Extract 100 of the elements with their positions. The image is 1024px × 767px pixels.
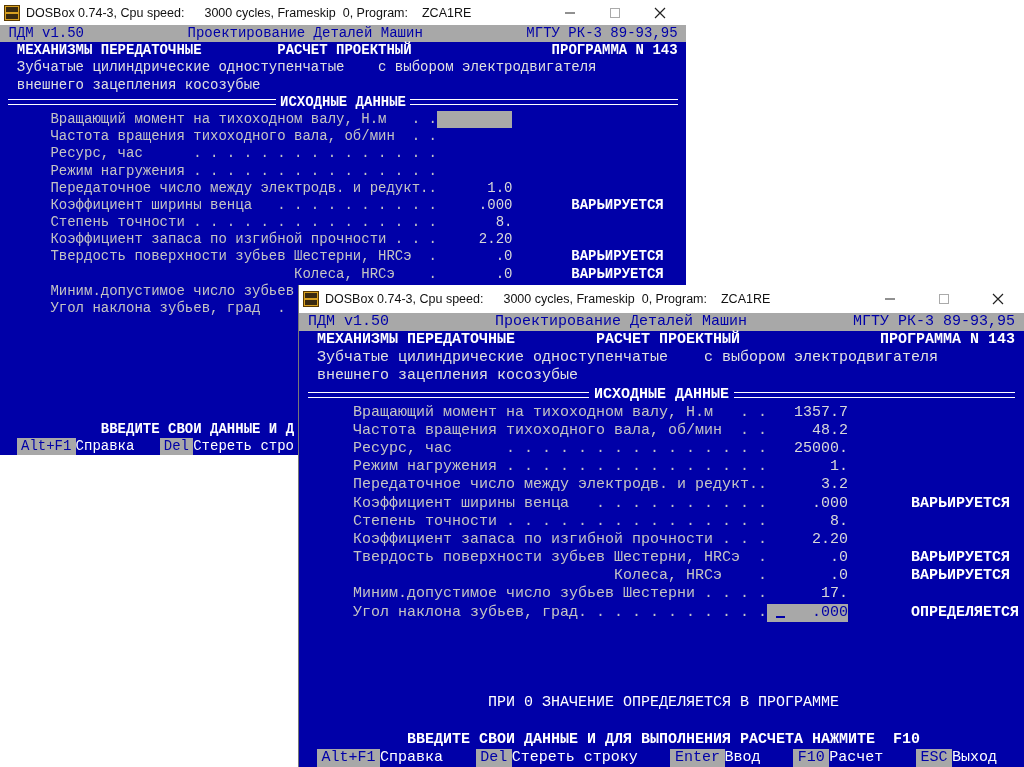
value-field[interactable]: 17.: [767, 585, 849, 604]
program-name: Проектирование Деталей Машин: [187, 25, 423, 41]
mode-title: РАСЧЕТ ПРОЕКТНЫЙ: [277, 42, 412, 60]
program-version: ПДМ v1.50: [308, 313, 389, 332]
leader-dots: . . . . . . . . . . . . . . .: [193, 214, 437, 232]
value-field[interactable]: [436, 110, 513, 129]
value-field[interactable]: 1.0: [436, 179, 513, 197]
value-field[interactable]: .0: [436, 248, 513, 266]
status-note: ОПРЕДЕЛЯЕТСЯ: [911, 603, 1020, 622]
leader-dots: . . . . . . . . . . . . . . .: [193, 145, 437, 163]
field-label: Степень точности: [50, 214, 185, 232]
leader-dots: . . . . . . . . . . . . . . .: [506, 458, 768, 477]
maximize-icon[interactable]: [938, 293, 950, 305]
field-label: Передаточное число между электродв. и редукт..: [50, 179, 437, 197]
program-number: ПРОГРАММА N 143: [879, 331, 1015, 350]
leader-dots: .: [428, 248, 437, 266]
value-field[interactable]: 25000.: [767, 440, 849, 459]
subtitle-text: с выбором электродвигателя: [378, 59, 597, 77]
field-label: Колеса, HRCэ: [294, 265, 395, 283]
field-label: Вращающий момент на тихоходном валу, Н.м: [353, 403, 714, 422]
value-field[interactable]: .0: [436, 265, 513, 283]
field-label: Коэффициент ширины венца: [353, 494, 570, 513]
subtitle-text: Зубчатые цилиндрические одноступенчатые: [16, 59, 346, 77]
leader-dots: . . . . . . . . . . . . . . .: [506, 440, 768, 459]
hotkey-label[interactable]: F10: [793, 748, 830, 767]
leader-dots: . . .: [722, 530, 768, 550]
close-icon[interactable]: [654, 6, 666, 19]
field-label: Ресурс, час: [50, 145, 143, 163]
hotkey-label[interactable]: Alt+F1: [317, 748, 380, 767]
window-title: 3000 cycles, Frameskip 0, Program:: [204, 5, 408, 20]
hotkey-action[interactable]: Стереть строку: [511, 748, 638, 767]
subtitle-text: Зубчатые цилиндрические одноступенчатые: [317, 349, 670, 367]
app-icon: [4, 4, 20, 21]
close-icon[interactable]: [992, 293, 1004, 305]
subtitle-text: внешнего зацепления косозубые: [16, 76, 261, 94]
value-field[interactable]: .0: [767, 567, 849, 586]
subtitle-text: внешнего зацепления косозубые: [317, 367, 579, 386]
field-label: Миним.допустимое число зубьев: [50, 282, 295, 300]
leader-dots: .: [758, 549, 768, 568]
hotkey-action[interactable]: Ввод: [724, 748, 761, 767]
section-title: ИСХОДНЫЕ ДАННЫЕ: [279, 93, 407, 111]
maximize-icon[interactable]: [609, 6, 621, 19]
field-label: Миним.допустимое число зубьев Шестерни: [353, 585, 696, 604]
hotkey-action[interactable]: Справка: [380, 748, 444, 767]
program-credits: МГТУ РК-3 89-93,95: [526, 25, 678, 43]
leader-dots: . . . . . . . . . . . . . . .: [506, 512, 768, 531]
field-label: Угол наклона зубьев, град: [50, 300, 261, 318]
window-title: ZCA1RE: [721, 292, 771, 306]
hint-text: ПРИ 0 ЗНАЧЕНИЕ ОПРЕДЕЛЯЕТСЯ В ПРОГРАММЕ: [488, 694, 840, 713]
value-field[interactable]: .000: [767, 603, 849, 622]
value-field[interactable]: 8.: [436, 214, 513, 232]
window-title: DOSBox 0.74-3, Cpu speed:: [325, 292, 484, 306]
hotkey-label[interactable]: ESC: [915, 748, 952, 767]
status-note: ВАРЬИРУЕТСЯ: [911, 549, 1011, 568]
status-note: ВАРЬИРУЕТСЯ: [911, 494, 1011, 513]
hotkey-action[interactable]: Справка: [75, 437, 135, 455]
value-field[interactable]: 8.: [767, 512, 849, 531]
field-label: Угол наклона зубьев, град: [353, 603, 579, 622]
status-note: ВАРЬИРУЕТСЯ: [571, 248, 664, 266]
hotkey-label[interactable]: Alt+F1: [16, 437, 76, 455]
leader-dots: . . . .: [704, 585, 768, 604]
field-label: Передаточное число между электродв. и редукт..: [353, 476, 768, 495]
status-note: ВАРЬИРУЕТСЯ: [571, 265, 664, 283]
subtitle-text: с выбором электродвигателя: [704, 349, 939, 368]
field-label: Вращающий момент на тихоходном валу, Н.м: [50, 110, 387, 128]
field-label: Ресурс, час: [353, 440, 453, 459]
value-field[interactable]: 48.2: [767, 421, 849, 441]
leader-dots: . . . . . . . . . . . . . . .: [193, 162, 437, 180]
leader-dots: .: [428, 265, 437, 283]
value-field[interactable]: .0: [767, 549, 849, 568]
value-field[interactable]: .000: [767, 494, 849, 513]
window-title: DOSBox 0.74-3, Cpu speed:: [26, 5, 185, 20]
module-title: МЕХАНИЗМЫ ПЕРЕДАТОЧНЫЕ: [317, 331, 517, 349]
field-label: Коэффициент запаса по изгибной прочности: [50, 231, 387, 249]
hotkey-label[interactable]: Del: [159, 437, 194, 455]
hotkey-action[interactable]: Стереть стро: [193, 437, 295, 455]
window-title: 3000 cycles, Frameskip 0, Program:: [503, 292, 707, 306]
value-field[interactable]: 2.20: [767, 530, 849, 550]
field-label: Коэффициент ширины венца: [50, 196, 253, 215]
leader-dots: .: [758, 567, 768, 586]
hotkey-label[interactable]: Del: [475, 748, 512, 767]
hotkey-action[interactable]: Выход: [951, 748, 997, 767]
value-field[interactable]: 2.20: [436, 231, 513, 249]
program-version: ПДМ v1.50: [8, 25, 84, 43]
value-field[interactable]: 1.: [767, 458, 849, 477]
app-icon: [303, 291, 319, 307]
hotkey-action[interactable]: Расчет: [829, 748, 884, 767]
leader-dots: . . . . . . . . . .: [596, 494, 768, 513]
value-field[interactable]: 1357.7: [767, 403, 849, 422]
value-field[interactable]: .000: [436, 196, 513, 215]
status-note: ВАРЬИРУЕТСЯ: [571, 196, 664, 215]
hotkey-label[interactable]: Enter: [670, 748, 725, 767]
value-field[interactable]: 3.2: [767, 476, 849, 495]
leader-dots: . . . . . . . . . . .: [578, 603, 768, 622]
field-label: Режим нагружения: [353, 458, 498, 477]
field-label: Твердость поверхности зубьев Шестерни, HRCэ: [50, 248, 412, 266]
prompt-text: ВВЕДИТЕ СВОИ ДАННЫЕ И ДЛЯ ВЫПОЛНЕНИЯ РАСЧЕТА НАЖМИТЕ F10: [407, 730, 921, 749]
field-label: Режим нагружения: [50, 162, 185, 180]
program-name: Проектирование Деталей Машин: [494, 313, 747, 330]
program-number: ПРОГРАММА N 143: [551, 42, 678, 60]
